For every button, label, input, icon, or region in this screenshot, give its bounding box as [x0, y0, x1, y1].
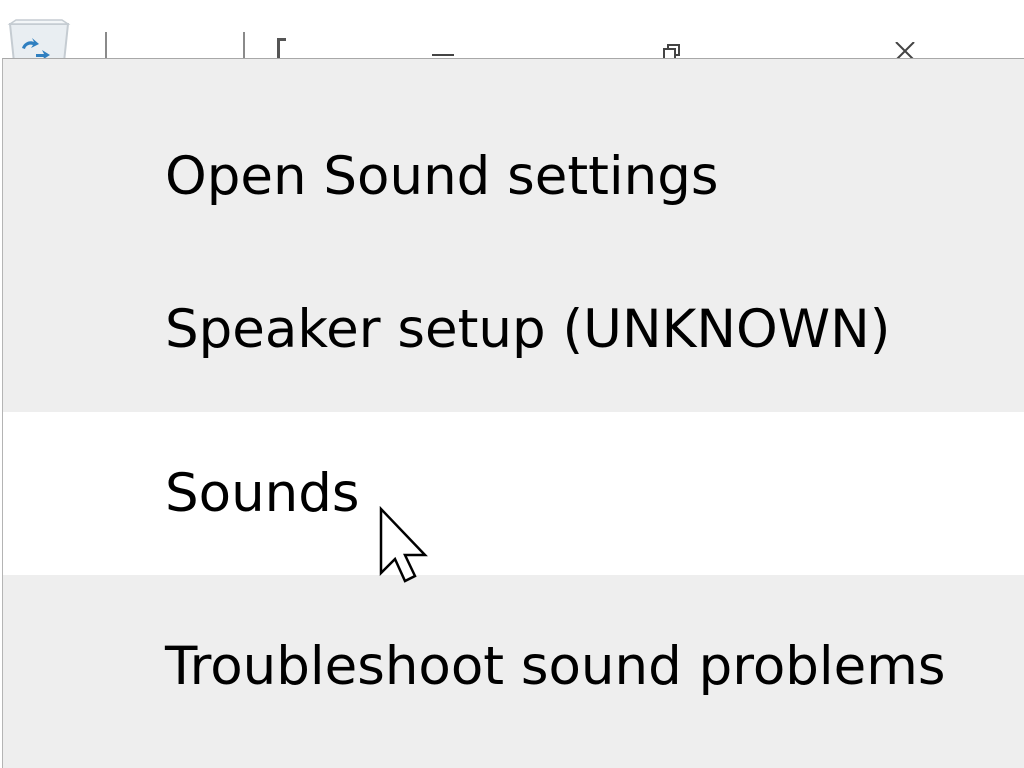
menu-item-label: Troubleshoot sound problems	[165, 635, 946, 697]
background-window	[0, 0, 1024, 62]
recycle-bin-icon[interactable]	[6, 18, 72, 62]
screen: Open Sound settings Speaker setup (UNKNO…	[0, 0, 1024, 768]
menu-item-open-sound-settings[interactable]: Open Sound settings	[3, 59, 1024, 248]
menu-item-sounds[interactable]: Sounds	[3, 412, 1024, 575]
menu-item-label: Open Sound settings	[165, 146, 719, 207]
menu-item-speaker-setup[interactable]: Speaker setup (UNKNOWN)	[3, 248, 1024, 411]
menu-item-label: Speaker setup (UNKNOWN)	[165, 299, 891, 360]
minimize-icon[interactable]	[432, 54, 454, 56]
menu-item-troubleshoot-sound-problems[interactable]: Troubleshoot sound problems	[3, 575, 1024, 768]
sound-context-menu: Open Sound settings Speaker setup (UNKNO…	[2, 58, 1024, 768]
menu-item-label: Sounds	[165, 463, 360, 524]
